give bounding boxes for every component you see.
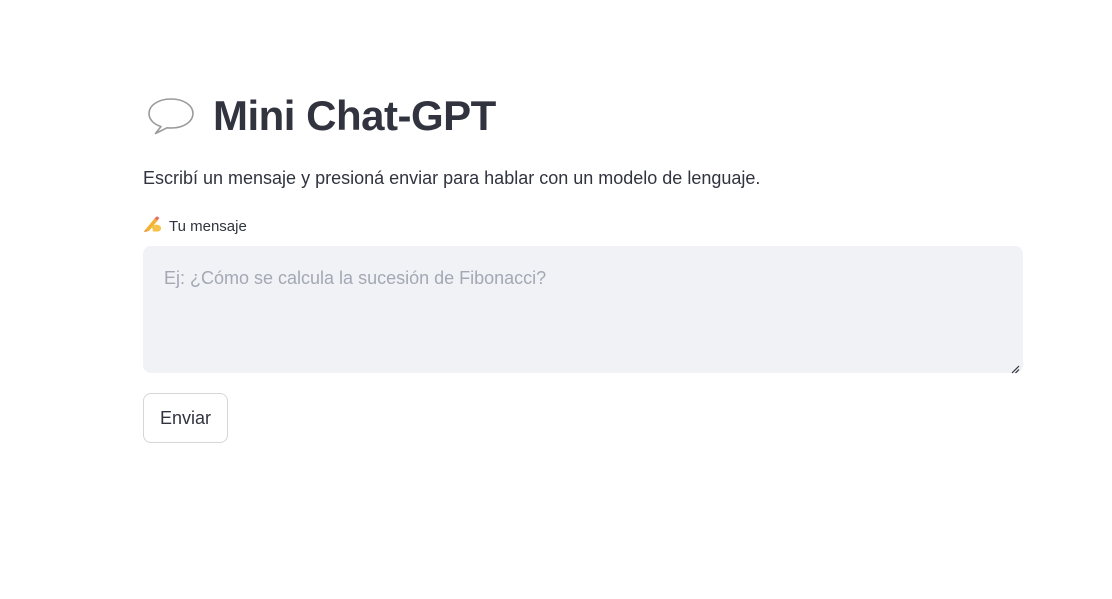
message-input[interactable] [143,246,1023,373]
page-title: Mini Chat-GPT [213,92,496,139]
send-button[interactable]: Enviar [143,393,228,443]
speech-balloon-icon [143,94,199,138]
main-container: Mini Chat-GPT Escribí un mensaje y presi… [143,88,1023,443]
resize-handle-icon[interactable] [1011,361,1020,374]
message-label: Tu mensaje [143,215,1023,238]
writing-hand-icon [143,215,163,238]
intro-text: Escribí un mensaje y presioná enviar par… [143,168,761,188]
page-header: Mini Chat-GPT [143,88,1023,144]
message-textarea-container [143,246,1023,374]
message-label-text: Tu mensaje [169,217,247,235]
